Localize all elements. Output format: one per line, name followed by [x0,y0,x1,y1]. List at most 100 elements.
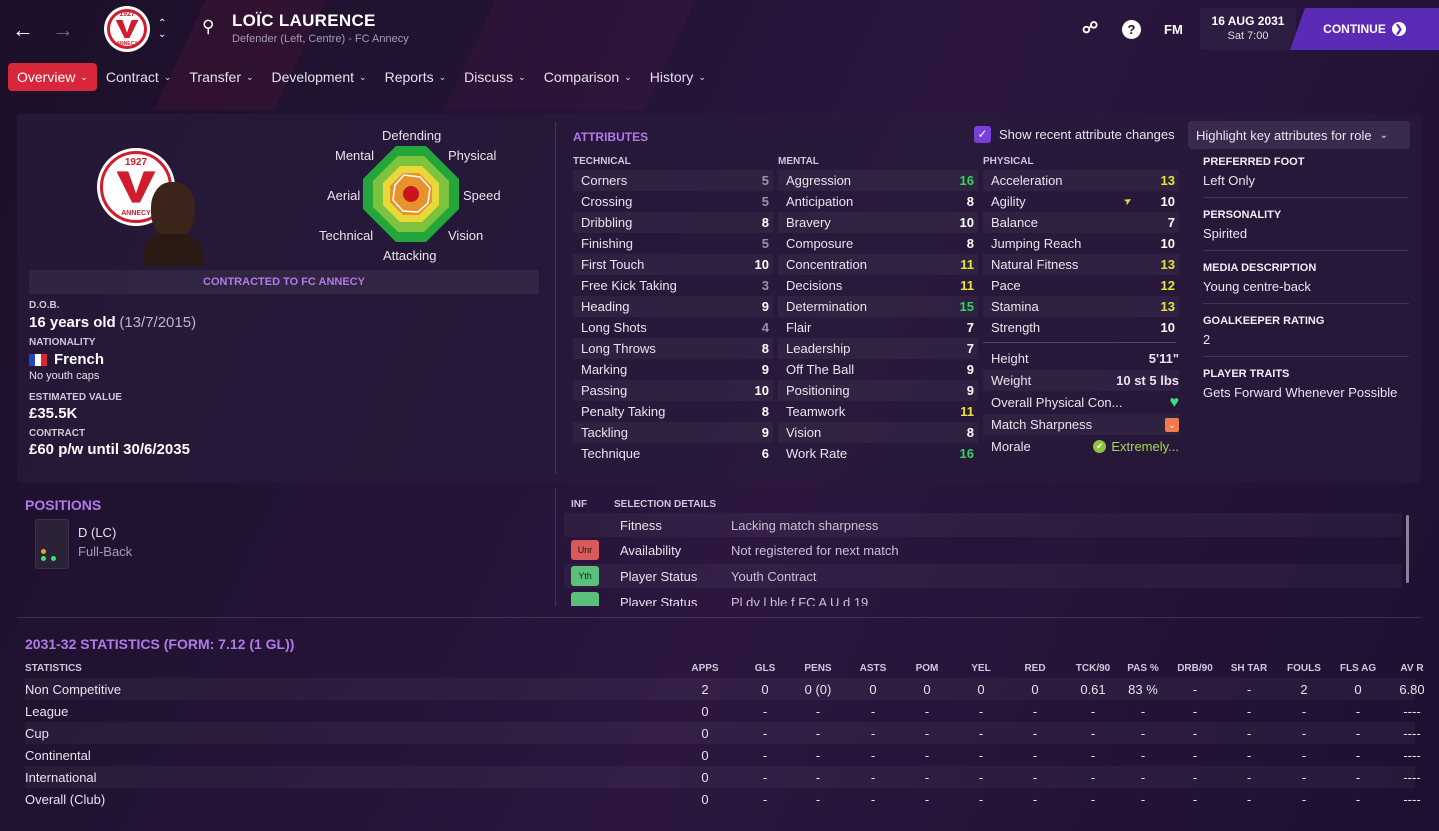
statistics-row[interactable]: League 0- - - - - - - - - - - - ---- [25,700,1421,722]
attribute-row[interactable]: Balance 7 [983,212,1179,233]
statistics-row[interactable]: International 0- - - - - - - - - - - - ---- [25,766,1421,788]
statistics-column-header[interactable]: TCK/90 [1068,663,1118,674]
attribute-row[interactable]: Strength 10 [983,317,1179,338]
statistics-cell: - [1301,791,1307,807]
statistics-column-header[interactable]: RED [1010,663,1060,674]
attribute-row[interactable]: Pace 12 [983,275,1179,296]
tab-contract[interactable]: Contract ⌄ [97,63,180,91]
help-icon[interactable]: ? [1122,20,1141,39]
attribute-row[interactable]: Off The Ball 9 [778,359,978,380]
statistics-cell: - [1301,725,1307,741]
attribute-row[interactable]: Determination 15 [778,296,978,317]
tab-history[interactable]: History ⌄ [641,63,715,91]
attribute-row[interactable]: Bravery 10 [778,212,978,233]
attribute-row[interactable]: First Touch 10 [573,254,773,275]
attribute-name: Composure [786,236,854,251]
tab-overview[interactable]: Overview ⌄ [8,63,97,91]
attribute-value: 12 [1160,278,1175,293]
forward-arrow-icon[interactable]: → [52,17,74,43]
attribute-row[interactable]: Finishing 5 [573,233,773,254]
search-icon[interactable]: ⚲ [202,17,214,37]
tab-development[interactable]: Development ⌄ [263,63,376,91]
morale-row[interactable]: Morale ✔ Extremely... [991,436,1179,457]
attribute-name: Jumping Reach [991,236,1082,251]
attribute-row[interactable]: Anticipation 8 [778,191,978,212]
attribute-row[interactable]: Natural Fitness 13 [983,254,1179,275]
condition-row[interactable]: Overall Physical Con... ♥ [991,392,1179,413]
club-switch-arrows-icon[interactable]: ⌃ ⌄ [158,18,166,40]
tab-transfer[interactable]: Transfer ⌄ [180,63,262,91]
position-pitch-icon[interactable] [35,519,69,569]
youth-badge[interactable]: Yth [571,566,599,586]
checkbox-checked-icon[interactable]: ✓ [974,126,991,143]
statistics-row[interactable]: Overall (Club) 0- - - - - - - - - - - - ---- [25,788,1421,810]
statistics-column-header[interactable]: PENS [793,663,843,674]
statistics-cell: - [1192,747,1198,763]
attribute-name: Off The Ball [786,362,855,377]
statistics-column-header[interactable]: DRB/90 [1170,663,1220,674]
tab-reports[interactable]: Reports ⌄ [376,63,456,91]
statistics-column-header[interactable]: YEL [956,663,1006,674]
attribute-row[interactable]: Agility 10 [983,191,1179,212]
statistics-row[interactable]: Continental 0- - - - - - - - - - - - ---- [25,744,1421,766]
attribute-value: 7 [966,320,974,335]
statistics-column-header[interactable]: AV R [1387,663,1437,674]
statistics-row[interactable]: Non Competitive 2 0 0 (0) 0 0 0 0 0.61 83 % - - 2 0 6.… [25,678,1425,700]
attribute-row[interactable]: Marking 9 [573,359,773,380]
statistics-row[interactable]: Cup 0- - - - - - - - - - - - ---- [25,722,1421,744]
statistics-cell: - [870,703,876,719]
show-changes-toggle[interactable]: ✓ Show recent attribute changes [974,126,1175,143]
attribute-row[interactable]: Corners 5 [573,170,773,191]
statistics-column-header[interactable]: POM [902,663,952,674]
attribute-row[interactable]: Flair 7 [778,317,978,338]
attribute-row[interactable]: Leadership 7 [778,338,978,359]
statistics-cell: - [1090,769,1096,785]
tab-comparison[interactable]: Comparison ⌄ [535,63,641,91]
attribute-row[interactable]: Long Shots 4 [573,317,773,338]
scrollbar[interactable] [1406,515,1409,583]
statistics-column-header[interactable]: FLS AG [1333,663,1383,674]
statistics-column-header[interactable]: GLS [740,663,790,674]
statistics-column-header[interactable]: SH TAR [1224,663,1274,674]
globe-icon[interactable]: ☍ [1082,18,1098,38]
statistics-column-header[interactable]: PAS % [1118,663,1168,674]
attribute-row[interactable]: Jumping Reach 10 [983,233,1179,254]
attribute-row[interactable]: Teamwork 11 [778,401,978,422]
unregistered-badge[interactable]: Unr [571,540,599,560]
statistics-column-header[interactable]: APPS [680,663,730,674]
attribute-row[interactable]: Acceleration 13 [983,170,1179,191]
game-date[interactable]: 16 AUG 2031 Sat 7:00 [1200,8,1296,50]
club-crest-icon[interactable]: 1927 ANNECY [104,6,150,52]
attribute-row[interactable]: Penalty Taking 8 [573,401,773,422]
statistics-cell: - [1032,703,1038,719]
media-description-value: Young centre-back [1203,279,1311,294]
continue-button[interactable]: CONTINUE ❯ [1290,8,1439,50]
player-traits-value[interactable]: Gets Forward Whenever Possible [1203,385,1409,400]
attribute-row[interactable]: Concentration 11 [778,254,978,275]
attribute-row[interactable]: Free Kick Taking 3 [573,275,773,296]
attribute-row[interactable]: Passing 10 [573,380,773,401]
attribute-row[interactable]: Work Rate 16 [778,443,978,464]
attribute-row[interactable]: Positioning 9 [778,380,978,401]
nationality-row[interactable]: French [29,351,196,368]
highlight-role-dropdown[interactable]: Highlight key attributes for role ⌄ [1188,121,1410,149]
statistics-column-header[interactable]: FOULS [1279,663,1329,674]
back-arrow-icon[interactable]: ← [12,17,34,43]
statistics-column-header[interactable]: STATISTICS [25,663,82,674]
attribute-row[interactable]: Decisions 11 [778,275,978,296]
attribute-row[interactable]: Vision 8 [778,422,978,443]
fm-menu-button[interactable]: FM [1164,22,1183,37]
statistics-cell: - [1355,725,1361,741]
attribute-row[interactable]: Aggression 16 [778,170,978,191]
attribute-row[interactable]: Stamina 13 [983,296,1179,317]
attribute-row[interactable]: Long Throws 8 [573,338,773,359]
attribute-row[interactable]: Composure 8 [778,233,978,254]
attribute-row[interactable]: Crossing 5 [573,191,773,212]
attribute-row[interactable]: Tackling 9 [573,422,773,443]
statistics-column-header[interactable]: ASTS [848,663,898,674]
attribute-row[interactable]: Technique 6 [573,443,773,464]
attribute-row[interactable]: Dribbling 8 [573,212,773,233]
sharpness-row[interactable]: Match Sharpness ⌄ [983,414,1179,435]
tab-discuss[interactable]: Discuss ⌄ [455,63,535,91]
attribute-row[interactable]: Heading 9 [573,296,773,317]
